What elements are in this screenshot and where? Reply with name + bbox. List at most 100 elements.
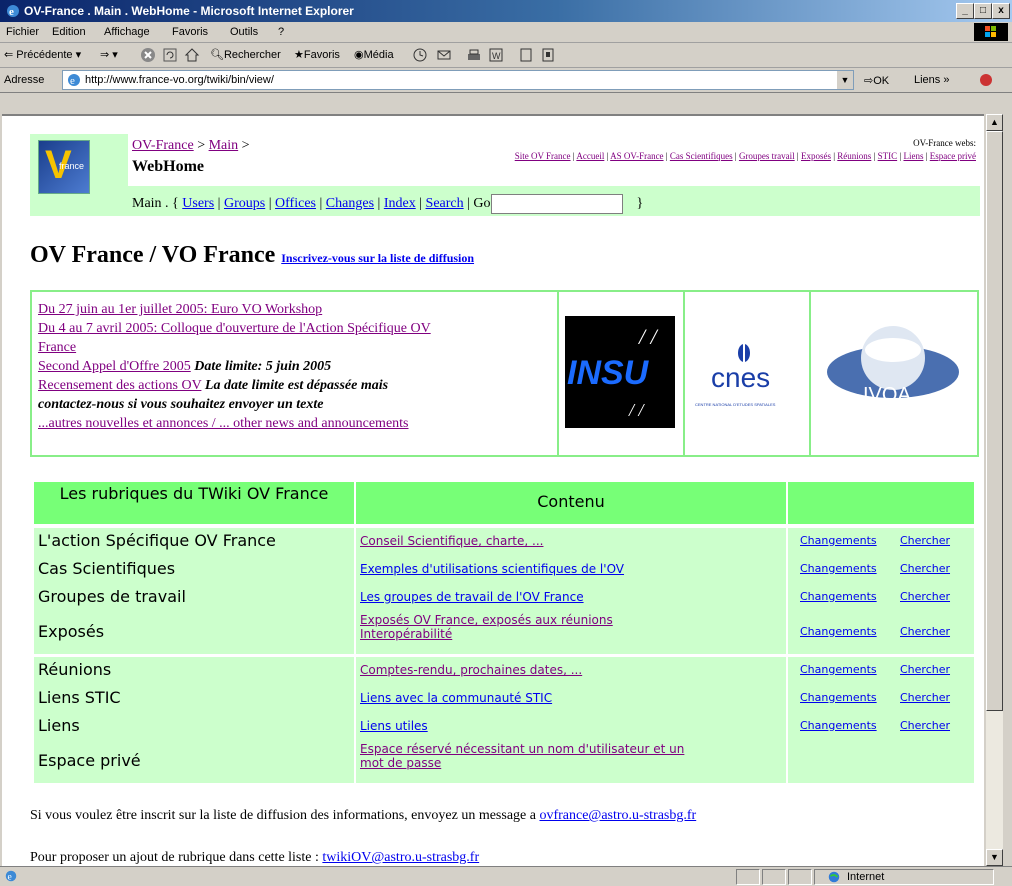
- status-panel-3: [788, 869, 812, 885]
- mail-icon[interactable]: [436, 47, 452, 63]
- rubrique-row: Liens Liens utiles Changements Chercher: [34, 713, 974, 741]
- messenger-icon[interactable]: [540, 47, 556, 63]
- breadcrumb: OV-France > Main >: [132, 138, 250, 153]
- menu-edition[interactable]: Edition: [52, 26, 86, 38]
- news-link-colloque[interactable]: Du 4 au 7 avril 2005: Colloque d'ouvertu…: [38, 321, 431, 355]
- web-link-stic[interactable]: STIC: [878, 151, 898, 161]
- svg-text:e: e: [70, 75, 75, 87]
- toolbar: ⇐ Précédente ▾ ⇒ ▾ 🔍︎Rechercher ★Favoris…: [0, 43, 1012, 68]
- changes-link[interactable]: Changements: [800, 719, 877, 732]
- print-icon[interactable]: [466, 47, 482, 63]
- forward-button[interactable]: ⇒ ▾: [100, 48, 118, 61]
- scroll-up-icon[interactable]: ▲: [986, 114, 1003, 131]
- web-link-cas[interactable]: Cas Scientifiques: [670, 151, 733, 161]
- web-link-espace[interactable]: Espace privé: [930, 151, 976, 161]
- web-link-groupes[interactable]: Groupes travail: [739, 151, 795, 161]
- search-link[interactable]: Chercher: [900, 534, 950, 547]
- news-link-more[interactable]: ...autres nouvelles et annonces / ... ot…: [38, 416, 409, 431]
- favorites-button[interactable]: ★Favoris: [294, 48, 340, 61]
- rubrique-content-link[interactable]: Liens utiles: [360, 719, 428, 733]
- web-link-site[interactable]: Site OV France: [515, 151, 571, 161]
- web-link-exposes[interactable]: Exposés: [801, 151, 831, 161]
- menu-affichage[interactable]: Affichage: [104, 26, 150, 38]
- mail-twikiov[interactable]: twikiOV@astro.u-strasbg.fr: [322, 850, 479, 865]
- address-label: Adresse: [4, 74, 45, 86]
- col-header-contenu: Contenu: [537, 492, 605, 511]
- search-link[interactable]: Chercher: [900, 625, 950, 638]
- menu-outils[interactable]: Outils: [230, 26, 258, 38]
- back-button[interactable]: ⇐ Précédente ▾: [4, 48, 81, 61]
- twiki-header: Vfrance OV-France > Main > WebHome OV-Fr…: [30, 134, 980, 216]
- subscribe-link[interactable]: Inscrivez-vous sur la liste de diffusion: [281, 251, 474, 265]
- rubrique-name: Cas Scientifiques: [38, 559, 176, 578]
- stop-icon[interactable]: [140, 47, 156, 63]
- history-icon[interactable]: [412, 47, 428, 63]
- ov-france-logo[interactable]: Vfrance: [38, 140, 90, 194]
- rubrique-content-link[interactable]: Liens avec la communauté STIC: [360, 691, 552, 705]
- scroll-thumb[interactable]: [986, 131, 1003, 711]
- news-link-euro-vo[interactable]: Du 27 juin au 1er juillet 2005: Euro VO …: [38, 302, 322, 317]
- nav-offices[interactable]: Offices: [275, 196, 316, 211]
- rubrique-content-link[interactable]: Exemples d'utilisations scientifiques de…: [360, 562, 624, 576]
- cnes-logo[interactable]: cnes CENTRE NATIONAL D'ETUDES SPATIALES: [695, 336, 799, 416]
- nav-groups[interactable]: Groups: [224, 196, 265, 211]
- news-link-recensement[interactable]: Recensement des actions OV: [38, 378, 201, 393]
- ivoa-logo-cell: IVOA: [811, 292, 975, 455]
- changes-link[interactable]: Changements: [800, 534, 877, 547]
- links-button[interactable]: Liens »: [914, 74, 949, 86]
- rubrique-content-link[interactable]: Espace réservé nécessitant un nom d'util…: [360, 742, 684, 770]
- search-link[interactable]: Chercher: [900, 562, 950, 575]
- minimize-button[interactable]: _: [956, 3, 974, 19]
- maximize-button[interactable]: □: [974, 3, 992, 19]
- nav-users[interactable]: Users: [182, 196, 214, 211]
- changes-link[interactable]: Changements: [800, 691, 877, 704]
- web-link-accueil[interactable]: Accueil: [576, 151, 604, 161]
- nav-search[interactable]: Search: [426, 196, 464, 211]
- search-link[interactable]: Chercher: [900, 719, 950, 732]
- web-link-as[interactable]: AS OV-France: [610, 151, 663, 161]
- nav-changes[interactable]: Changes: [326, 196, 374, 211]
- rubriques-header-row: Les rubriques du TWiki OV France Contenu: [34, 482, 974, 524]
- mail-ovfrance[interactable]: ovfrance@astro.u-strasbg.fr: [539, 808, 696, 823]
- rubrique-content-link[interactable]: Comptes-rendu, prochaines dates, ...: [360, 663, 582, 677]
- menu-fichier[interactable]: Fichier: [6, 26, 39, 38]
- search-link[interactable]: Chercher: [900, 691, 950, 704]
- discuss-icon[interactable]: [518, 47, 534, 63]
- refresh-icon[interactable]: [162, 47, 178, 63]
- rubrique-content-link[interactable]: Exposés OV France, exposés aux réunions I…: [360, 613, 613, 641]
- ie-icon: e: [7, 5, 19, 18]
- go-input[interactable]: [490, 194, 623, 214]
- changes-link[interactable]: Changements: [800, 625, 877, 638]
- vertical-scrollbar[interactable]: ▲ ▼: [986, 114, 1003, 866]
- changes-link[interactable]: Changements: [800, 663, 877, 676]
- web-link-liens[interactable]: Liens: [903, 151, 923, 161]
- page-icon: e: [68, 74, 80, 87]
- nav-index[interactable]: Index: [384, 196, 416, 211]
- rubrique-content-link[interactable]: Conseil Scientifique, charte, ...: [360, 534, 543, 548]
- address-input[interactable]: e http://www.france-vo.org/twiki/bin/vie…: [62, 70, 854, 90]
- home-icon[interactable]: [184, 47, 200, 63]
- menu-help[interactable]: ?: [278, 26, 284, 38]
- search-button[interactable]: 🔍︎Rechercher: [210, 48, 281, 61]
- extra-icon[interactable]: [978, 72, 994, 88]
- ivoa-logo[interactable]: IVOA: [825, 320, 961, 420]
- scroll-down-icon[interactable]: ▼: [986, 849, 1003, 866]
- search-link[interactable]: Chercher: [900, 590, 950, 603]
- menu-bar: Fichier Edition Affichage Favoris Outils…: [0, 22, 1012, 43]
- rubrique-content-link[interactable]: Les groupes de travail de l'OV France: [360, 590, 584, 604]
- news-link-appel[interactable]: Second Appel d'Offre 2005: [38, 359, 191, 374]
- insu-logo[interactable]: INSU / / / /: [565, 316, 675, 428]
- close-button[interactable]: x: [992, 3, 1010, 19]
- menu-favoris[interactable]: Favoris: [172, 26, 208, 38]
- changes-link[interactable]: Changements: [800, 590, 877, 603]
- go-button[interactable]: ⇨OK: [864, 74, 889, 87]
- crumb-ov-france[interactable]: OV-France: [132, 138, 194, 153]
- changes-link[interactable]: Changements: [800, 562, 877, 575]
- news-cell: Du 27 juin au 1er juillet 2005: Euro VO …: [32, 292, 559, 455]
- web-link-reunions[interactable]: Réunions: [837, 151, 871, 161]
- crumb-main[interactable]: Main: [209, 138, 239, 153]
- word-icon[interactable]: W: [488, 47, 504, 63]
- address-dropdown-icon[interactable]: ▼: [837, 71, 853, 89]
- media-button[interactable]: ◉Média: [354, 48, 394, 61]
- search-link[interactable]: Chercher: [900, 663, 950, 676]
